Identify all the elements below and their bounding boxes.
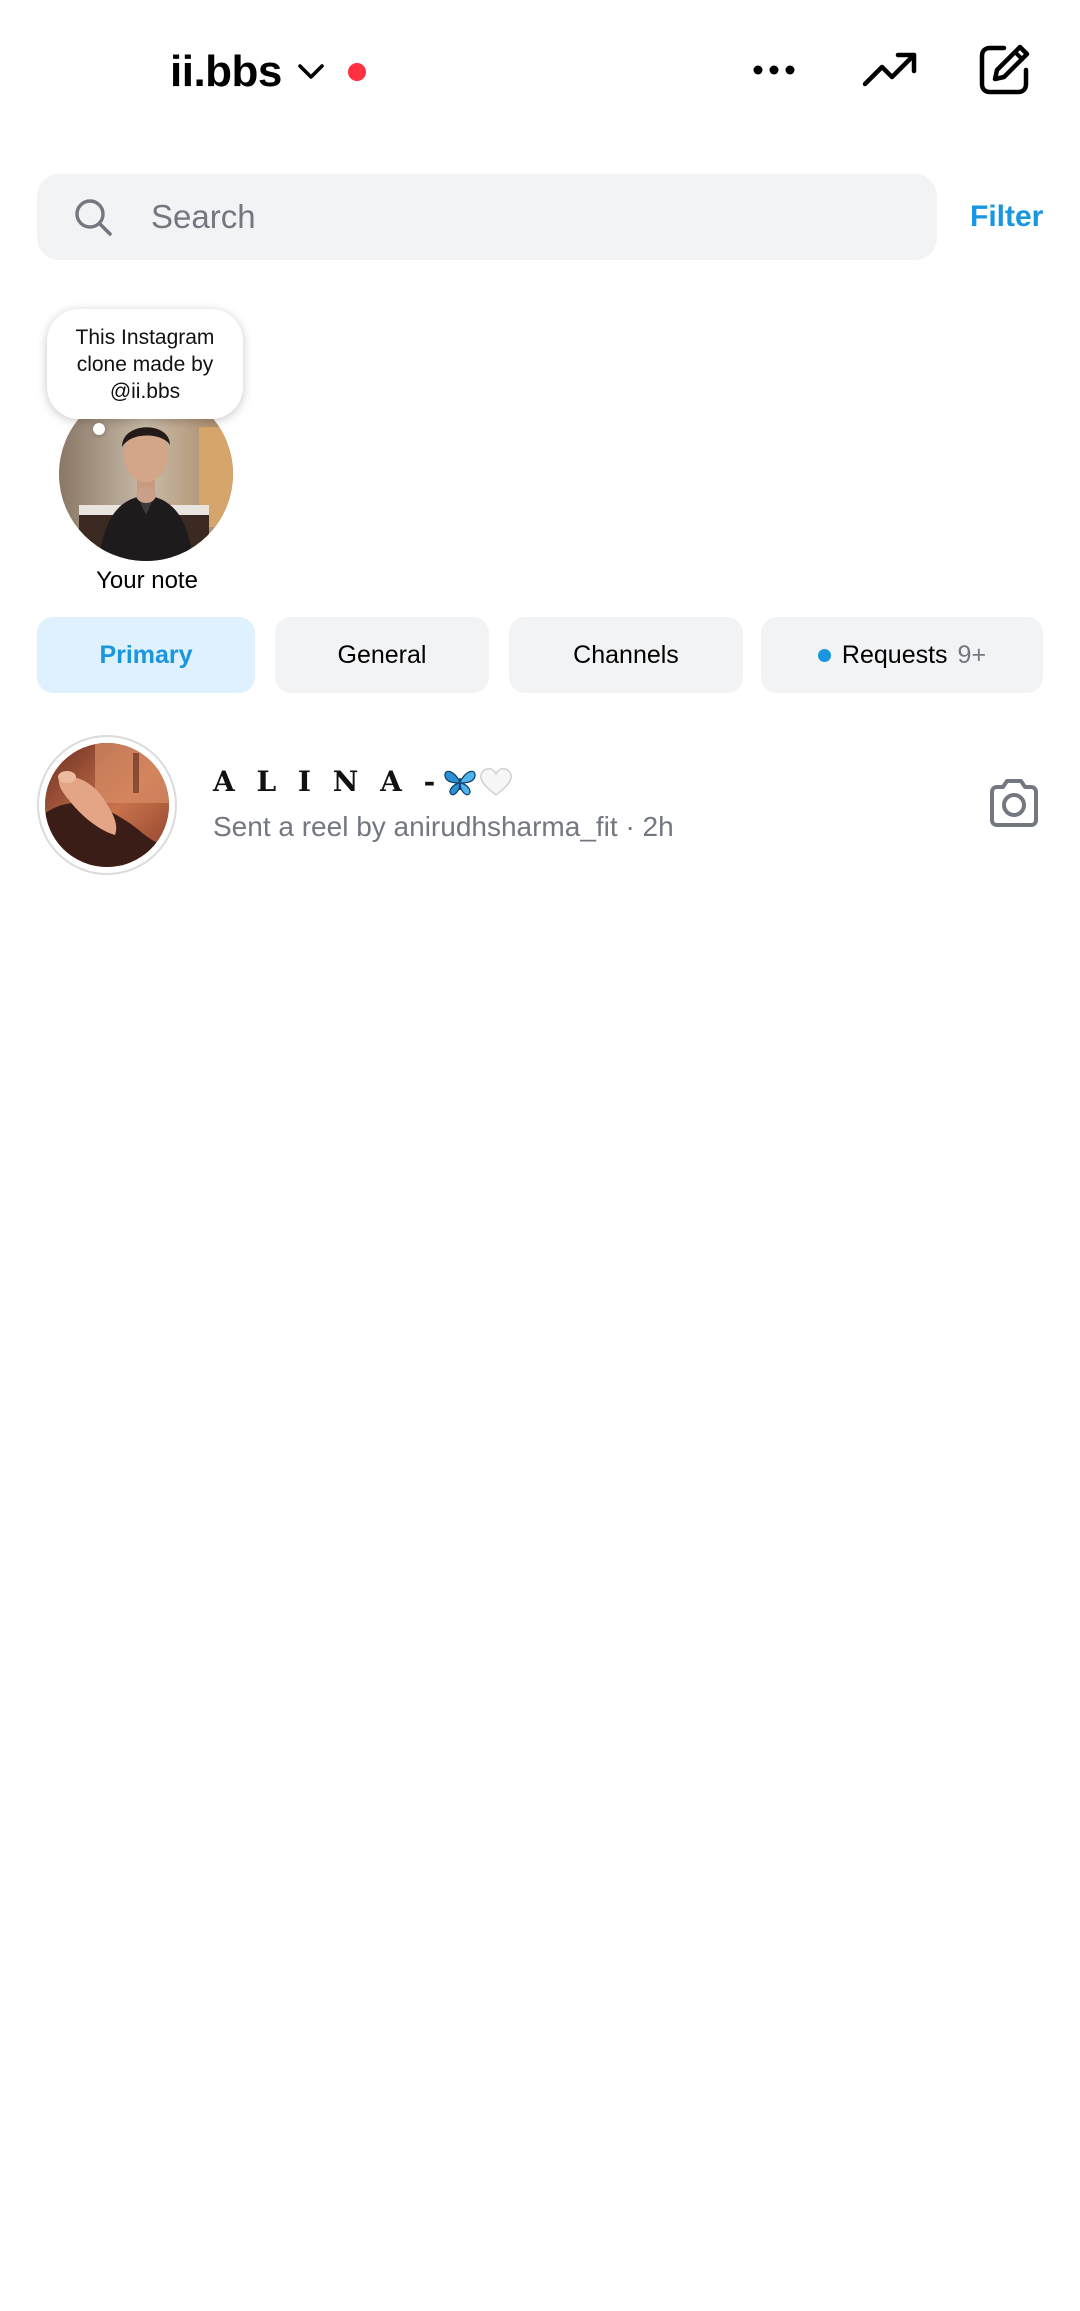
conversation-row[interactable]: A L I N A - Sent a reel by anirudhsharma… [0, 725, 1080, 885]
camera-icon[interactable] [982, 771, 1046, 835]
tab-label: General [337, 640, 427, 669]
compose-icon[interactable] [972, 38, 1036, 102]
tab-channels[interactable]: Channels [509, 617, 743, 693]
tab-label: Channels [573, 640, 679, 669]
tab-requests[interactable]: Requests 9+ [761, 617, 1043, 693]
account-switcher[interactable]: ii.bbs [170, 40, 366, 104]
tab-label: Requests [841, 640, 948, 669]
requests-count-badge: 9+ [957, 640, 987, 669]
avatar[interactable] [37, 735, 177, 875]
username: ii.bbs [170, 47, 282, 96]
tab-general[interactable]: General [275, 617, 489, 693]
note-bubble[interactable]: This Instagram clone made by @ii.bbs [47, 309, 243, 419]
conversation-preview: Sent a reel by anirudhsharma_fit · 2h [213, 811, 674, 842]
white-heart-icon [479, 767, 513, 797]
search-input[interactable] [149, 186, 913, 248]
more-options-icon[interactable] [742, 38, 806, 102]
your-note[interactable]: This Instagram clone made by @ii.bbs You… [37, 305, 257, 605]
top-bar: ii.bbs [0, 0, 1080, 150]
filter-button[interactable]: Filter [970, 200, 1043, 234]
butterfly-icon [443, 767, 477, 797]
trending-up-icon[interactable] [858, 38, 922, 102]
search-bar[interactable] [37, 174, 937, 260]
note-bubble-tail [93, 423, 105, 435]
tab-label: Primary [99, 640, 193, 669]
tab-primary[interactable]: Primary [37, 617, 255, 693]
notification-dot [347, 63, 366, 81]
chevron-down-icon[interactable] [296, 57, 326, 87]
conversation-name-text: A L I N A - [213, 765, 442, 798]
note-label: Your note [96, 567, 198, 594]
conversation-name: A L I N A - [213, 765, 513, 798]
requests-dot [817, 648, 831, 662]
search-icon [73, 197, 113, 237]
inbox-tabs: Primary General Channels Requests 9+ [37, 617, 1043, 693]
